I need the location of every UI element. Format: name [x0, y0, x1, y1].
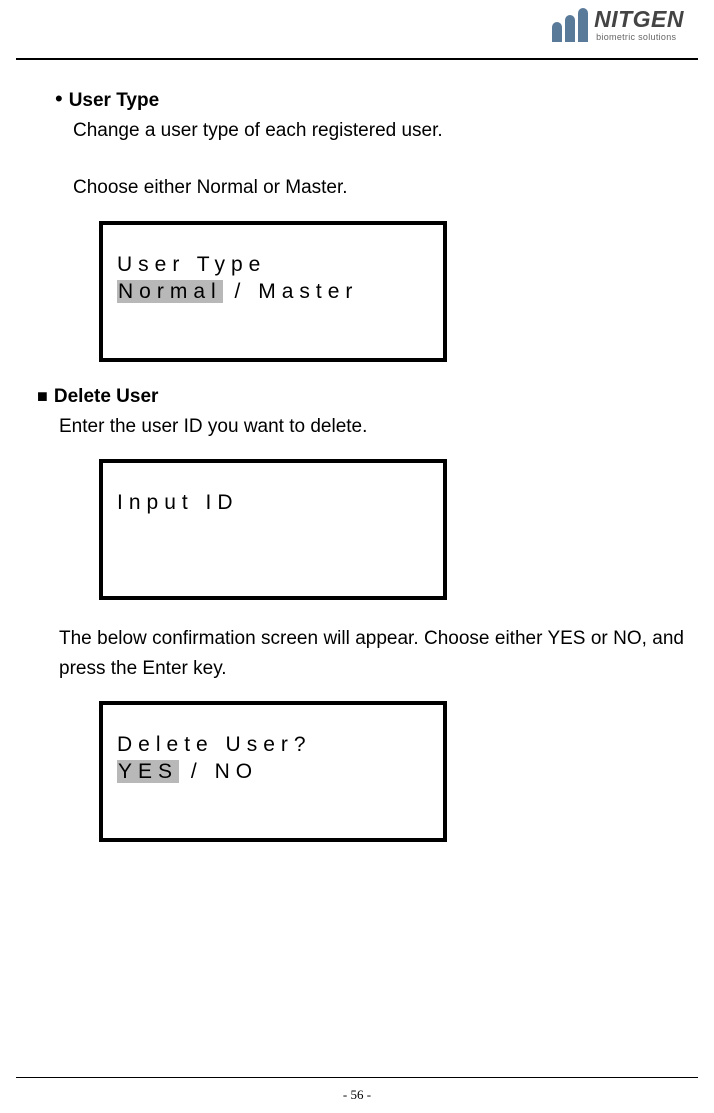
page-number: - 56 - [0, 1087, 714, 1103]
highlighted-option: YES [117, 760, 179, 783]
screen-line: YES / NO [117, 758, 429, 785]
separator: / [235, 280, 247, 303]
delete-user-heading: ■ Delete User [55, 386, 684, 408]
user-type-heading: • User Type [55, 88, 684, 112]
logo-subtitle: biometric solutions [596, 33, 684, 42]
logo-name: NITGEN [594, 8, 684, 31]
delete-user-title: Delete User [54, 386, 159, 408]
separator: / [191, 760, 203, 783]
page-content: • User Type Change a user type of each r… [55, 88, 684, 866]
user-type-desc2: Choose either Normal or Master. [73, 173, 684, 202]
user-type-title: User Type [69, 90, 159, 112]
logo-icon [552, 8, 588, 42]
delete-user-desc1: Enter the user ID you want to delete. [59, 412, 684, 441]
input-id-screen: Input ID [99, 459, 447, 600]
option: NO [215, 760, 259, 783]
bullet-square-icon: ■ [37, 387, 48, 405]
delete-user-desc2: The below confirmation screen will appea… [59, 624, 684, 683]
user-type-desc1: Change a user type of each registered us… [73, 116, 684, 145]
highlighted-option: Normal [117, 280, 223, 303]
screen-line: Delete User? [117, 731, 429, 758]
logo-header: NITGEN biometric solutions [552, 8, 684, 42]
screen-line: User Type [117, 251, 429, 278]
header-rule [16, 58, 698, 60]
screen-line: Normal / Master [117, 278, 429, 305]
screen-line: Input ID [117, 489, 429, 516]
confirm-delete-screen: Delete User? YES / NO [99, 701, 447, 842]
footer-rule [16, 1077, 698, 1079]
option: Master [258, 280, 358, 303]
user-type-screen: User Type Normal / Master [99, 221, 447, 362]
logo-text: NITGEN biometric solutions [594, 8, 684, 42]
bullet-dot-icon: • [55, 88, 63, 110]
